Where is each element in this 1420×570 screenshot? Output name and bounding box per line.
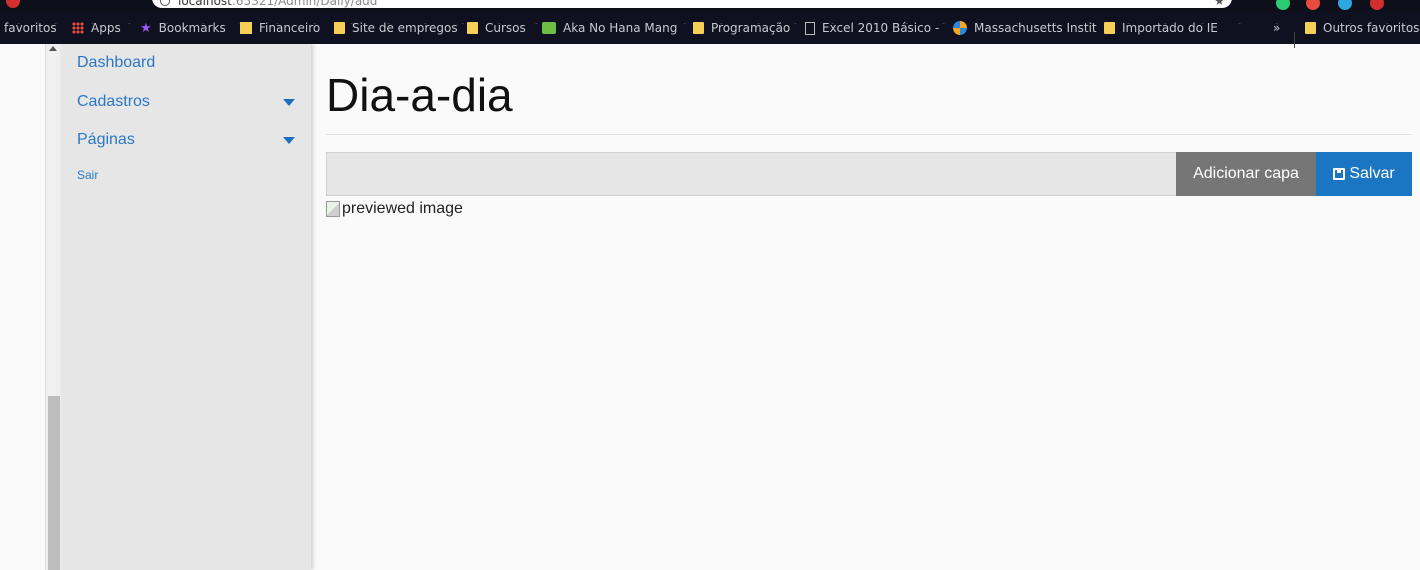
bookmark-label: favoritos (4, 21, 57, 35)
scrollbar-thumb[interactable] (48, 396, 60, 570)
folder-icon (467, 22, 478, 34)
sidebar-item-paginas[interactable]: Páginas (77, 131, 135, 149)
floppy-disk-icon (1333, 168, 1346, 180)
scroll-up-arrow-icon[interactable] (49, 46, 57, 51)
apps-grid-icon (72, 22, 84, 34)
broken-image-icon (326, 201, 340, 217)
bookmark-excel[interactable]: Excel 2010 Básico - (805, 12, 939, 44)
page-icon (805, 21, 815, 35)
bookmarks-overflow-button[interactable]: » (1273, 12, 1280, 44)
bookmark-label: Financeiro (259, 21, 321, 35)
url-path: :65321/Admin/Daily/add (231, 0, 378, 8)
star-icon: ★ (140, 20, 152, 36)
bookmark-site-de-empregos[interactable]: Site de empregos (334, 12, 458, 44)
save-button-label: Salvar (1349, 165, 1395, 182)
bookmark-financeiro[interactable]: Financeiro (240, 12, 320, 44)
folder-icon (240, 22, 252, 34)
bookmark-programacao[interactable]: Programação (693, 12, 790, 44)
folder-icon (334, 22, 345, 34)
editor-toolbar: Adicionar capa Salvar (326, 152, 1412, 196)
sidebar-item-dashboard[interactable]: Dashboard (77, 54, 155, 72)
post-title-input[interactable] (326, 152, 1176, 196)
bookmark-importado-do-ie[interactable]: Importado do IE (1104, 12, 1218, 44)
bookmark-cursos[interactable]: Cursos (467, 12, 526, 44)
url-text: localhost:65321/Admin/Daily/add (178, 0, 377, 8)
extension-icon[interactable] (1338, 0, 1352, 10)
bookmark-label: Excel 2010 Básico - (822, 21, 940, 35)
bookmark-label: Programação (711, 21, 791, 35)
page-title: Dia-a-dia (326, 69, 513, 121)
bookmark-label: Importado do IE (1122, 21, 1218, 35)
bookmark-label: Apps (91, 21, 121, 35)
browser-close-icon[interactable] (6, 0, 20, 8)
bookmarks-bar: favoritos Apps ★ Bookmarks Financeiro Sit… (0, 12, 1420, 48)
sidebar-scrollbar[interactable] (45, 44, 61, 570)
image-preview: previewed image (326, 200, 463, 218)
bookmark-label: Cursos (485, 21, 526, 35)
extension-icon[interactable] (1370, 0, 1384, 10)
bookmark-apps[interactable]: Apps (72, 12, 121, 44)
sidebar-item-cadastros[interactable]: Cadastros (77, 93, 150, 111)
extension-icon[interactable] (1276, 0, 1290, 10)
bookmark-label: Aka No Hana Mang (563, 21, 678, 35)
bookmark-aka-no-hana[interactable]: Aka No Hana Mang (542, 12, 677, 44)
bookmark-label: Massachusetts Instit (974, 21, 1097, 35)
bookmark-label: Bookmarks (158, 21, 226, 35)
folder-icon (1104, 22, 1115, 34)
bookmark-mit[interactable]: Massachusetts Instit (953, 12, 1097, 44)
bookmark-label: Outros favoritos (1323, 21, 1420, 35)
browser-omnibar: localhost:65321/Admin/Daily/add ★ (0, 0, 1420, 12)
folder-icon (693, 22, 704, 34)
main-content: Dia-a-dia Adicionar capa Salvar previewe… (326, 44, 1412, 570)
overflow-chevron-icon: » (1273, 21, 1281, 35)
chevron-down-icon[interactable] (283, 99, 295, 106)
url-host: localhost (178, 0, 232, 8)
sidebar-item-sair[interactable]: Sair (77, 168, 98, 182)
extension-icon[interactable] (1306, 0, 1320, 10)
sidebar: Dashboard Cadastros Páginas Sair (61, 44, 311, 570)
add-cover-button[interactable]: Adicionar capa (1176, 152, 1316, 196)
bookmark-favoritos[interactable]: favoritos (4, 12, 57, 44)
folder-icon (1305, 22, 1316, 34)
site-favicon-icon (953, 21, 967, 35)
save-button[interactable]: Salvar (1316, 152, 1412, 196)
image-preview-alt-text: previewed image (342, 200, 463, 217)
title-divider (326, 134, 1412, 135)
chevron-down-icon[interactable] (283, 137, 295, 144)
bookmark-star-icon[interactable]: ★ (1214, 0, 1225, 8)
bookmark-bookmarks[interactable]: ★ Bookmarks (140, 12, 226, 44)
site-favicon-icon (542, 22, 556, 34)
bookmark-outros-favoritos[interactable]: Outros favoritos (1305, 12, 1419, 44)
bookmark-label: Site de empregos (352, 21, 458, 35)
